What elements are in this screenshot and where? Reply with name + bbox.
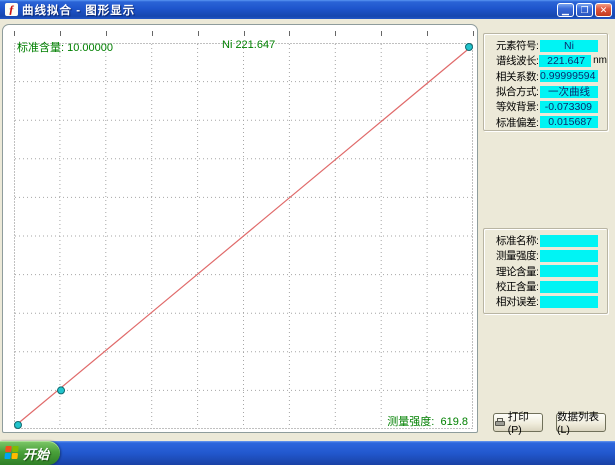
element-wavelength-label: Ni 221.647	[222, 39, 275, 51]
field-value[interactable]: 0.015687	[540, 116, 598, 128]
field-label: 拟合方式:	[496, 84, 539, 99]
data-list-button-label: 数据列表(L)	[557, 409, 605, 436]
windows-logo-icon	[4, 446, 19, 460]
field-value[interactable]	[540, 296, 598, 308]
axis-tick	[427, 31, 428, 36]
taskbar: 开始 e » ƒ Icp 10:46	[0, 441, 615, 465]
desktop-screen: ƒ 曲线拟合 - 图形显示 ▁ ❐ ✕ 标准含量: 10.00000 Ni 22…	[0, 0, 615, 465]
axis-tick	[106, 31, 107, 36]
axis-tick	[152, 31, 153, 36]
field-row: 标准名称:	[496, 233, 607, 248]
field-row: 相关系数:0.99999594	[496, 69, 607, 84]
field-row: 校正含量:	[496, 279, 607, 294]
restore-button[interactable]: ❐	[576, 3, 593, 17]
sample-info-groupbox: 标准名称:测量强度:理论含量:校正含量:相对误差:	[483, 228, 608, 314]
top-axis-ticks	[14, 31, 473, 36]
field-label: 等效背景:	[496, 99, 539, 114]
field-label: 相关系数:	[496, 69, 539, 84]
field-label: 标准偏差:	[496, 115, 539, 130]
data-point[interactable]	[466, 44, 473, 51]
data-list-button[interactable]: 数据列表(L)	[556, 413, 606, 432]
axis-tick	[473, 31, 474, 36]
app-icon: ƒ	[5, 3, 18, 16]
field-label: 相对误差:	[496, 294, 539, 309]
minimize-button[interactable]: ▁	[557, 3, 574, 17]
plot-svg	[14, 43, 473, 429]
axis-tick	[244, 31, 245, 36]
field-label: 理论含量:	[496, 264, 539, 279]
axis-tick	[335, 31, 336, 36]
field-value[interactable]: Ni	[540, 40, 598, 52]
field-row: 测量强度:	[496, 248, 607, 263]
axis-tick	[289, 31, 290, 36]
field-label: 标准名称:	[496, 233, 539, 248]
field-value[interactable]: 221.647	[539, 55, 591, 67]
field-value[interactable]	[540, 250, 598, 262]
data-point[interactable]	[58, 387, 65, 394]
fit-info-groupbox: 元素符号:Ni谱线波长:221.647nm相关系数:0.99999594拟合方式…	[483, 33, 608, 131]
field-row: 谱线波长:221.647nm	[496, 53, 607, 68]
field-row: 拟合方式:一次曲线	[496, 84, 607, 99]
field-row: 元素符号:Ni	[496, 38, 607, 53]
field-row: 标准偏差:0.015687	[496, 114, 607, 129]
field-label: 校正含量:	[496, 279, 539, 294]
field-value[interactable]: -0.073309	[540, 101, 598, 113]
field-label: 测量强度:	[496, 248, 539, 263]
axis-tick	[14, 31, 15, 36]
field-value[interactable]	[540, 265, 598, 277]
print-button[interactable]: 打印(P)	[493, 413, 543, 432]
field-label: 谱线波长:	[496, 53, 538, 68]
field-value[interactable]: 一次曲线	[540, 86, 598, 98]
field-row: 相对误差:	[496, 294, 607, 309]
chart-panel: 标准含量: 10.00000 Ni 221.647 测量强度: 619.8	[2, 24, 478, 433]
printer-icon	[494, 418, 506, 427]
field-label: 元素符号:	[496, 38, 539, 53]
data-point[interactable]	[15, 422, 22, 429]
standard-content-label: 标准含量: 10.00000	[17, 39, 113, 55]
field-value[interactable]: 0.99999594	[540, 70, 598, 82]
field-row: 理论含量:	[496, 264, 607, 279]
field-row: 等效背景:-0.073309	[496, 99, 607, 114]
print-button-label: 打印(P)	[508, 409, 542, 436]
close-button[interactable]: ✕	[595, 3, 612, 17]
axis-tick	[198, 31, 199, 36]
field-value[interactable]	[540, 281, 598, 293]
axis-tick	[381, 31, 382, 36]
axis-tick	[60, 31, 61, 36]
window-titlebar: ƒ 曲线拟合 - 图形显示 ▁ ❐ ✕	[0, 0, 615, 19]
field-unit: nm	[593, 55, 607, 66]
start-button[interactable]: 开始	[0, 441, 60, 465]
measured-intensity-label: 测量强度: 619.8	[387, 413, 468, 429]
calibration-plot[interactable]	[14, 43, 473, 429]
window-title: 曲线拟合 - 图形显示	[22, 2, 135, 18]
start-button-label: 开始	[23, 444, 49, 463]
field-value[interactable]	[540, 235, 598, 247]
